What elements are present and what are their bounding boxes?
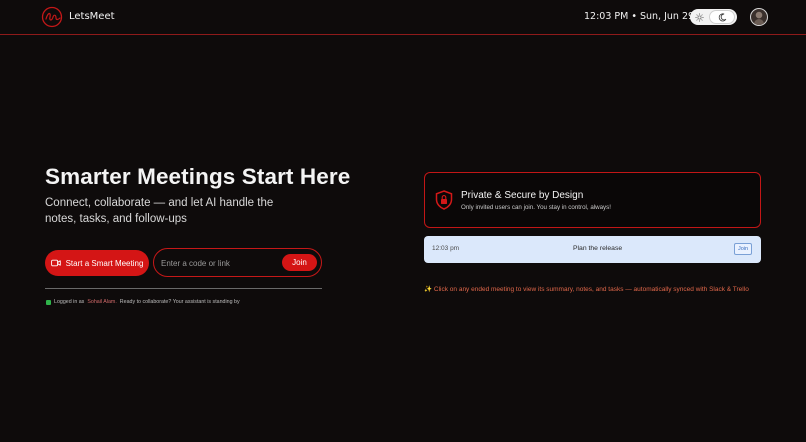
meeting-time: 12:03 pm [432,245,460,252]
privacy-card: Private & Secure by Design Only invited … [424,172,761,228]
join-meeting-form: Join [153,248,322,277]
join-button[interactable]: Join [282,254,317,271]
meeting-list-item[interactable]: 12:03 pm Plan the release Join [424,236,761,263]
hero-title: Smarter Meetings Start Here [45,164,351,189]
theme-toggle[interactable] [690,9,737,25]
top-bar: LetsMeet 12:03 PM • Sun, Jun 29 [0,0,806,35]
meeting-name: Plan the release [573,245,623,252]
ended-meeting-hint: ✨ Click on any ended meeting to view its… [424,286,749,293]
letsmeet-logo-icon[interactable] [40,6,64,28]
video-camera-icon [50,259,61,267]
moon-icon[interactable] [709,10,735,24]
start-meeting-button[interactable]: Start a Smart Meeting [45,250,149,276]
status-username: Sohail Alam. [87,299,117,305]
brand-name[interactable]: LetsMeet [69,11,115,22]
start-meeting-label: Start a Smart Meeting [65,258,144,268]
meeting-join-button[interactable]: Join [734,243,752,255]
meeting-code-input[interactable] [161,256,276,270]
check-icon [46,299,51,305]
divider [45,288,322,289]
status-prefix: Logged in as [54,299,85,305]
login-status: Logged in as Sohail Alam. Ready to colla… [46,299,240,305]
privacy-card-title: Private & Secure by Design [461,190,584,201]
hero-subtitle: Connect, collaborate — and let AI handle… [45,197,274,225]
shield-lock-icon [435,190,453,210]
user-avatar[interactable] [750,8,768,26]
status-suffix: Ready to collaborate? Your assistant is … [119,299,240,305]
privacy-card-description: Only invited users can join. You stay in… [461,204,611,211]
sun-icon[interactable] [690,10,709,24]
date-time-display: 12:03 PM • Sun, Jun 29 [584,11,695,22]
